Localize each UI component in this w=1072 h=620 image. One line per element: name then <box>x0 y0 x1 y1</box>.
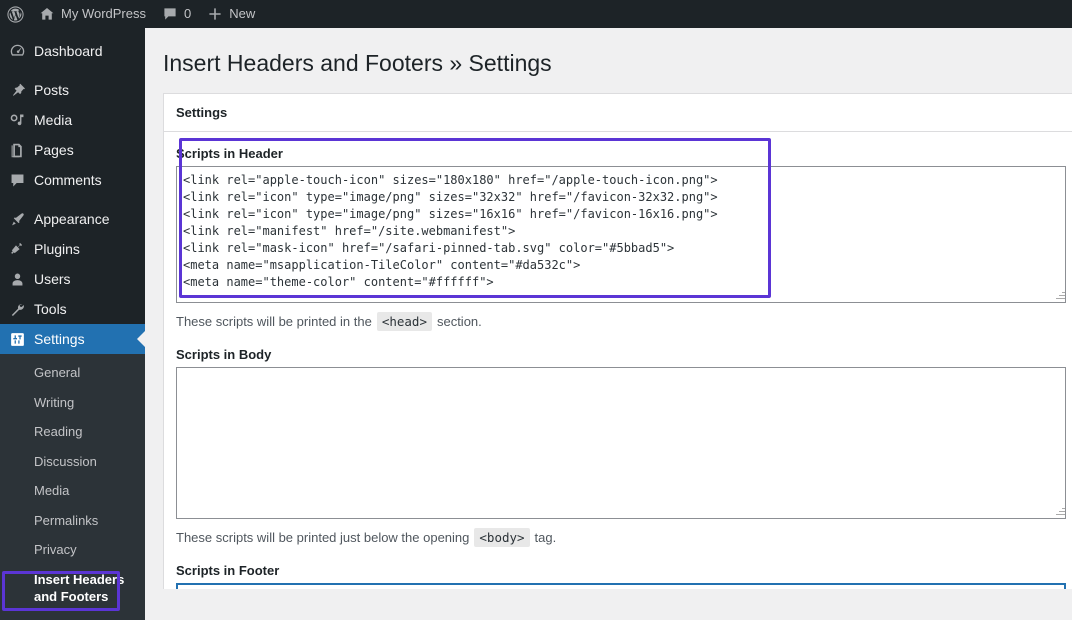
help-text-after: section. <box>436 313 482 329</box>
scripts-in-footer-label: Scripts in Footer <box>176 562 280 578</box>
head-tag-code: <head> <box>376 311 432 331</box>
sidebar-label: Tools <box>34 301 67 317</box>
users-icon <box>0 271 34 288</box>
wordpress-logo-menu[interactable] <box>0 0 31 28</box>
sidebar-label: Posts <box>34 82 70 98</box>
settings-submenu: General Writing Reading Discussion Media… <box>0 354 145 620</box>
admin-bar: My WordPress 0 New <box>0 0 1072 28</box>
sidebar-label: Media <box>34 112 73 128</box>
scripts-in-footer-textarea[interactable] <box>176 582 1066 589</box>
dashboard-icon <box>0 43 34 60</box>
sidebar-label: Comments <box>34 172 102 188</box>
settings-card: Settings Scripts in Header These scripts… <box>163 92 1072 589</box>
content-area: Insert Headers and Footers » Settings Se… <box>145 28 1072 589</box>
sidebar-item-users[interactable]: Users <box>0 264 145 294</box>
field-scripts-in-header: Scripts in Header <box>176 137 1066 303</box>
plus-icon <box>207 6 223 22</box>
site-name-label: My WordPress <box>61 6 146 21</box>
page-title: Insert Headers and Footers » Settings <box>163 50 552 76</box>
sidebar-item-dashboard[interactable]: Dashboard <box>0 36 145 66</box>
sidebar-label: Users <box>34 271 71 287</box>
sidebar-item-general[interactable]: General <box>0 358 145 388</box>
sidebar-label: Settings <box>34 331 85 347</box>
card-header-title: Settings <box>164 94 1072 132</box>
field-scripts-in-body: Scripts in Body <box>176 345 1066 519</box>
scripts-in-body-textarea[interactable] <box>176 366 1066 519</box>
posts-pin-icon <box>0 82 34 99</box>
sidebar-item-pages[interactable]: Pages <box>0 135 145 165</box>
appearance-brush-icon <box>0 211 34 228</box>
sidebar-item-permalinks[interactable]: Permalinks <box>0 506 145 536</box>
admin-menu: Dashboard Posts Media Pages Comments App… <box>0 28 145 620</box>
new-label: New <box>229 6 256 21</box>
scripts-in-header-label: Scripts in Header <box>176 145 283 161</box>
media-icon <box>0 112 34 129</box>
settings-icon <box>0 331 34 348</box>
comment-count: 0 <box>184 6 192 21</box>
site-name-menu[interactable]: My WordPress <box>31 0 154 28</box>
scripts-in-body-help: These scripts will be printed just below… <box>176 519 1060 561</box>
sidebar-label: Appearance <box>34 211 110 227</box>
help-text-after: tag. <box>534 529 557 545</box>
menu-separator <box>0 66 145 75</box>
sidebar-item-insert-headers-and-footers[interactable]: Insert Headers and Footers <box>0 565 145 612</box>
field-scripts-in-footer: Scripts in Footer <box>176 561 1066 589</box>
sidebar-item-privacy[interactable]: Privacy <box>0 535 145 565</box>
comments-bubble[interactable]: 0 <box>154 0 199 28</box>
sidebar-label: Pages <box>34 142 74 158</box>
sidebar-item-media-settings[interactable]: Media <box>0 476 145 506</box>
sidebar-label: Dashboard <box>34 43 103 59</box>
sidebar-label: Plugins <box>34 241 80 257</box>
sidebar-item-settings[interactable]: Settings <box>0 324 145 354</box>
sidebar-item-reading[interactable]: Reading <box>0 417 145 447</box>
menu-separator <box>0 195 145 204</box>
sidebar-item-comments[interactable]: Comments <box>0 165 145 195</box>
sidebar-item-posts[interactable]: Posts <box>0 75 145 105</box>
plugins-plug-icon <box>0 241 34 258</box>
sidebar-item-media[interactable]: Media <box>0 105 145 135</box>
sidebar-item-discussion[interactable]: Discussion <box>0 447 145 477</box>
comment-icon <box>162 6 178 22</box>
pages-icon <box>0 142 34 159</box>
tools-wrench-icon <box>0 301 34 318</box>
body-tag-code: <body> <box>474 527 530 547</box>
scripts-in-header-textarea[interactable] <box>176 165 1066 303</box>
scripts-in-body-label: Scripts in Body <box>176 346 272 362</box>
wordpress-logo-icon <box>7 5 24 23</box>
home-icon <box>39 6 55 22</box>
sidebar-item-tools[interactable]: Tools <box>0 294 145 324</box>
scripts-in-header-help: These scripts will be printed in the <he… <box>176 303 1060 345</box>
comments-icon <box>0 172 34 189</box>
sidebar-item-plugins[interactable]: Plugins <box>0 234 145 264</box>
sidebar-item-writing[interactable]: Writing <box>0 388 145 418</box>
help-text-before: These scripts will be printed just below… <box>176 529 470 545</box>
new-content-menu[interactable]: New <box>199 0 263 28</box>
sidebar-item-appearance[interactable]: Appearance <box>0 204 145 234</box>
help-text-before: These scripts will be printed in the <box>176 313 372 329</box>
